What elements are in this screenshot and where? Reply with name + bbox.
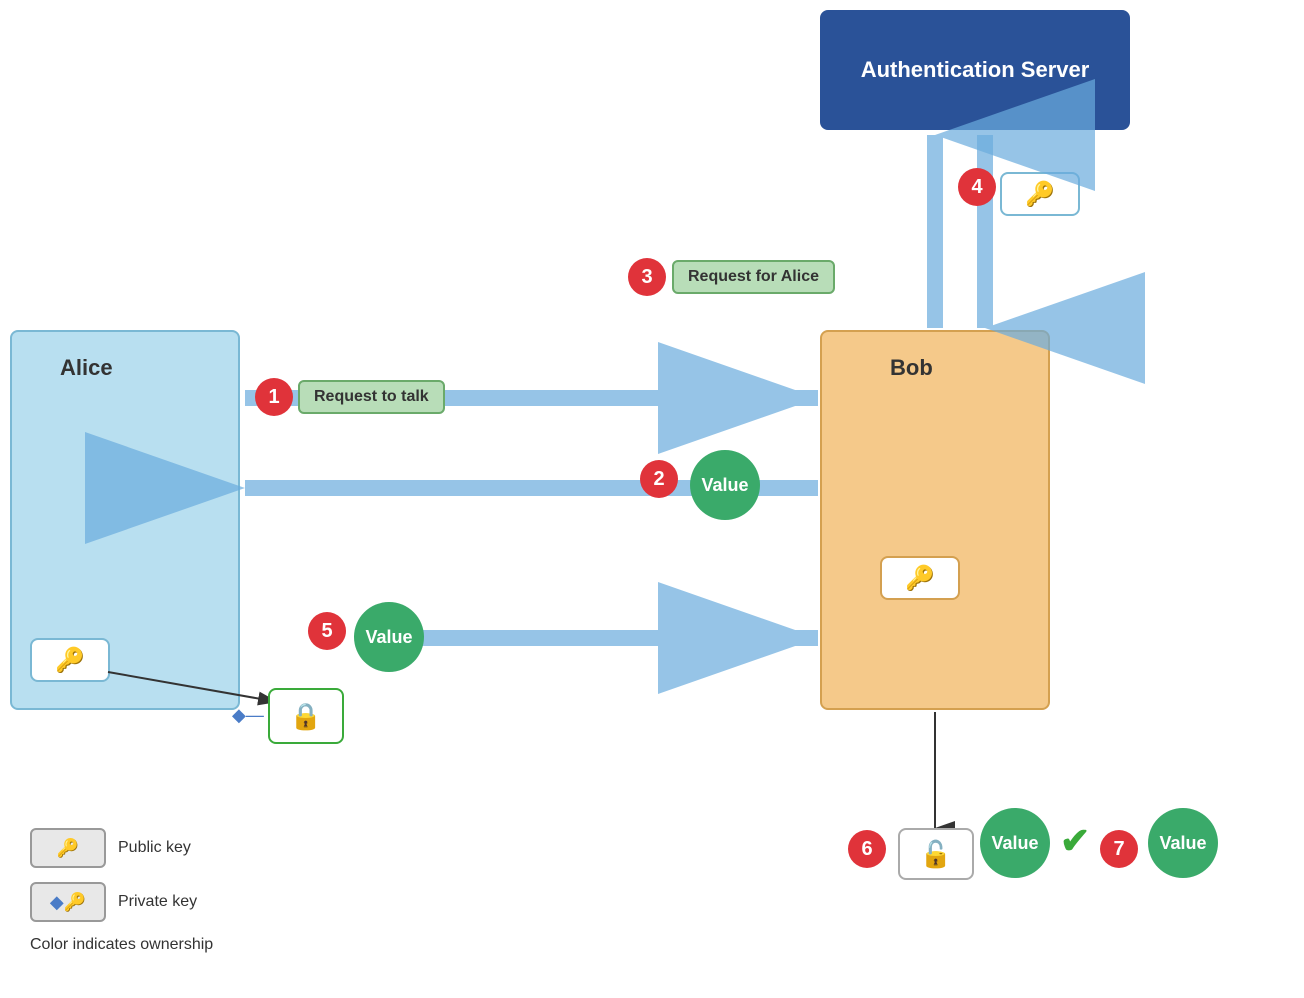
step2-value: Value — [690, 450, 760, 520]
step6-value: Value — [980, 808, 1050, 878]
step5-value: Value — [354, 602, 424, 672]
legend-color-note-item: Color indicates ownership — [30, 936, 213, 954]
step6-badge: 6 — [848, 830, 886, 868]
legend-private-key-box: ◆🔑 — [30, 882, 106, 922]
legend-key-icon: 🔑 — [57, 838, 79, 859]
auth-server-label: Authentication Server — [861, 57, 1090, 83]
legend-private-key-icon: ◆🔑 — [50, 892, 86, 913]
bob-public-key-icon: 🔑 — [880, 556, 960, 600]
alice-public-key-icon: 🔑 — [30, 638, 110, 682]
step3-badge: 3 — [628, 258, 666, 296]
legend-public-key: 🔑 Public key — [30, 828, 213, 868]
legend-public-key-label: Public key — [118, 839, 191, 857]
legend-color-note: Color indicates ownership — [30, 936, 213, 954]
step7-value: Value — [1148, 808, 1218, 878]
step4-badge: 4 — [958, 168, 996, 206]
step3-message: Request for Alice — [672, 260, 835, 294]
bob-label: Bob — [890, 355, 933, 381]
step2-badge: 2 — [640, 460, 678, 498]
alice-label: Alice — [60, 355, 113, 381]
step5-lock-box: 🔒 — [268, 688, 344, 744]
legend: 🔑 Public key ◆🔑 Private key Color indica… — [30, 828, 213, 968]
step6-lock-box: 🔓 — [898, 828, 974, 880]
legend-private-key: ◆🔑 Private key — [30, 882, 213, 922]
public-key-symbol: 🔑 — [55, 646, 85, 675]
step5-badge: 5 — [308, 612, 346, 650]
step4-key-icon: 🔑 — [1000, 172, 1080, 216]
bob-box — [820, 330, 1050, 710]
lock-open-icon: 🔓 — [920, 839, 952, 870]
legend-public-key-box: 🔑 — [30, 828, 106, 868]
step1-message: Request to talk — [298, 380, 445, 414]
bob-key-symbol: 🔑 — [905, 564, 935, 593]
checkmark-icon: ✔ — [1060, 820, 1090, 862]
step7-badge: 7 — [1100, 830, 1138, 868]
auth-server-box: Authentication Server — [820, 10, 1130, 130]
lock-closed-icon: 🔒 — [290, 701, 322, 732]
legend-private-key-label: Private key — [118, 893, 197, 911]
diamond-key-icon: ◆— — [232, 705, 264, 726]
step1-badge: 1 — [255, 378, 293, 416]
